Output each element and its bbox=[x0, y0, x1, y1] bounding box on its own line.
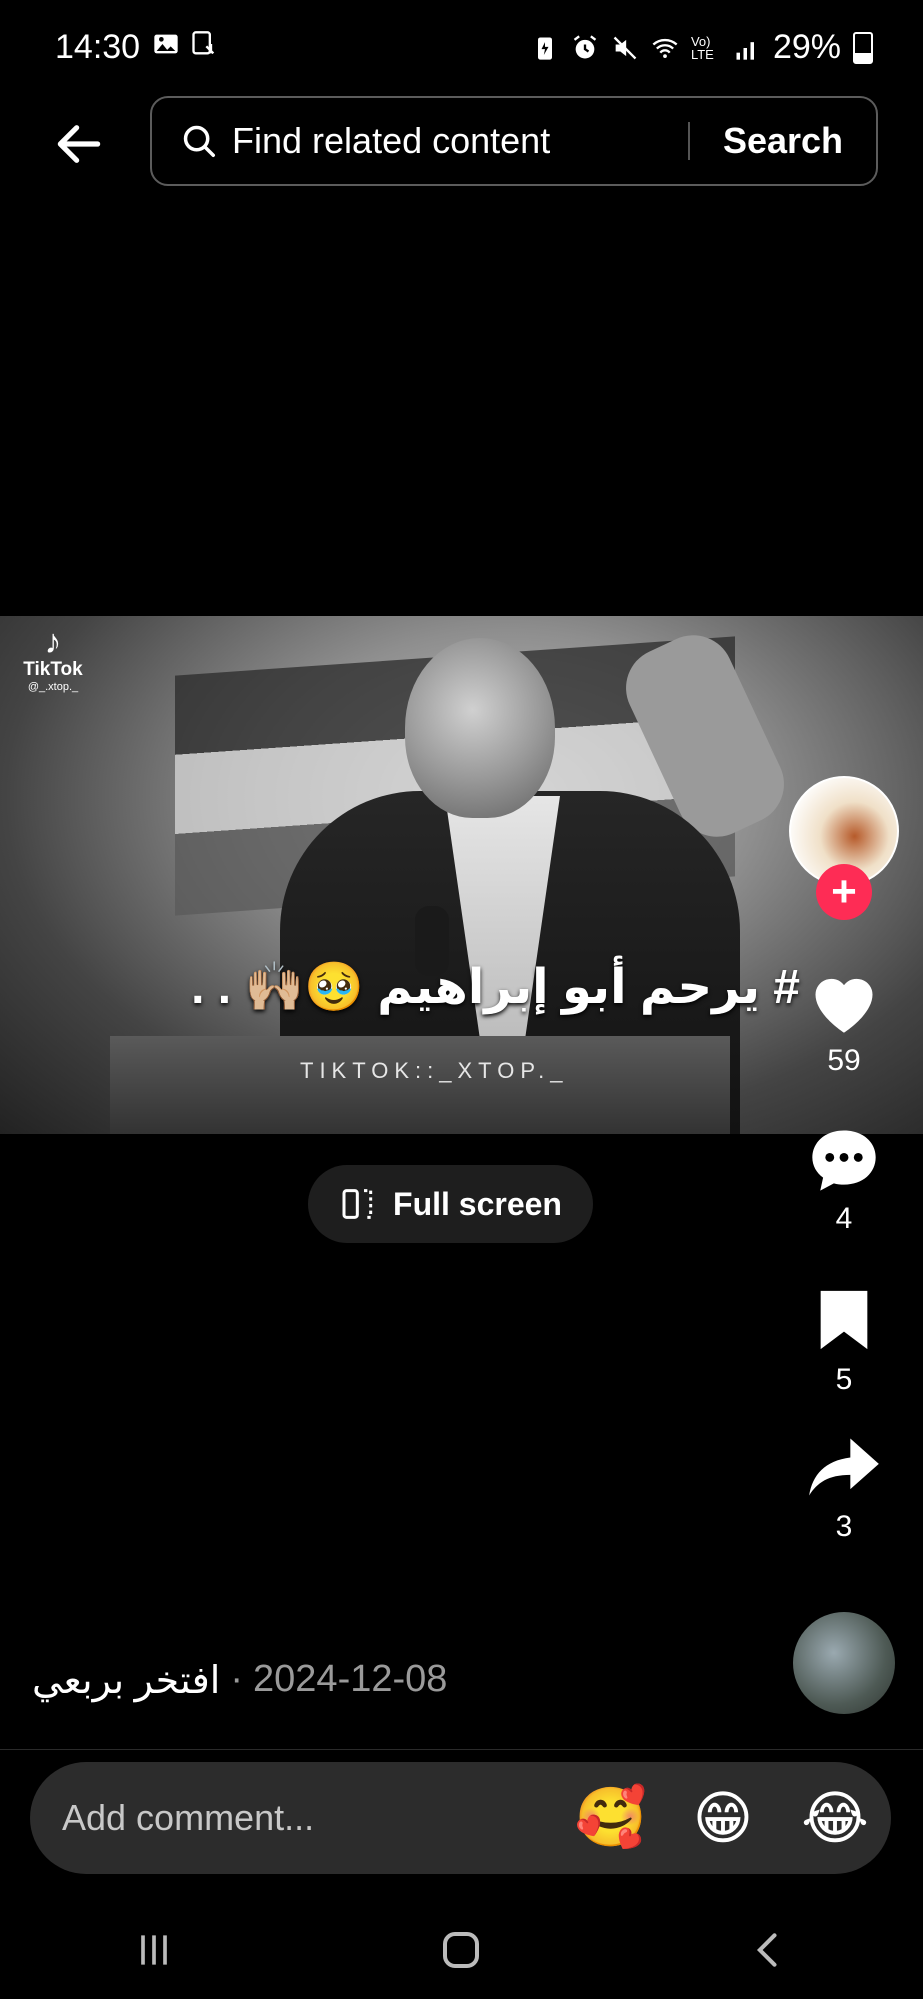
alarm-icon bbox=[573, 34, 597, 58]
chevron-left-icon bbox=[757, 1932, 777, 1967]
emoji-laugh-button[interactable]: 😂 bbox=[779, 1784, 891, 1852]
video-player[interactable] bbox=[0, 616, 923, 1134]
fullscreen-label: Full screen bbox=[393, 1185, 562, 1222]
comment-icon bbox=[812, 1130, 876, 1191]
battery-percent: 29% bbox=[772, 28, 841, 66]
save-count: 5 bbox=[835, 1363, 853, 1396]
search-bar[interactable]: Find related content Search bbox=[150, 96, 878, 186]
plus-icon: + bbox=[831, 867, 857, 916]
bookmark-icon bbox=[820, 1290, 868, 1350]
status-bar: 14:30 Vo) LTE 29% bbox=[0, 0, 923, 100]
emoji-smiling-hearts-button[interactable]: 🥰 bbox=[555, 1784, 667, 1852]
home-button[interactable] bbox=[401, 1920, 521, 1980]
divider bbox=[0, 1749, 923, 1750]
share-icon bbox=[809, 1438, 879, 1496]
post-meta: افتخر بربعي · 2024-12-08 bbox=[32, 1658, 447, 1703]
post-separator: · bbox=[230, 1658, 244, 1700]
video-overlay-text: TIKTOK::_XTOP._ bbox=[300, 1058, 569, 1083]
heart-icon bbox=[815, 978, 873, 1033]
sound-avatar[interactable] bbox=[793, 1612, 895, 1714]
screenshot-icon bbox=[192, 31, 215, 55]
tiktok-brand: TikTok bbox=[23, 659, 83, 680]
tiktok-username: @_.xtop._ bbox=[27, 681, 79, 693]
back-button[interactable] bbox=[40, 105, 118, 183]
home-icon bbox=[443, 1931, 480, 1968]
comment-count: 4 bbox=[835, 1202, 853, 1235]
follow-button[interactable]: + bbox=[816, 864, 872, 920]
comment-bar[interactable]: Add comment... 🥰 😁 😂 bbox=[30, 1762, 891, 1874]
search-input[interactable]: Find related content bbox=[232, 120, 688, 162]
save-button[interactable]: 5 bbox=[794, 1285, 894, 1397]
battery-saver-icon bbox=[537, 37, 552, 60]
recents-button[interactable] bbox=[94, 1920, 214, 1980]
battery-icon bbox=[853, 31, 873, 64]
like-button[interactable]: 59 bbox=[794, 966, 894, 1078]
post-date: 2024-12-08 bbox=[253, 1658, 448, 1700]
tiktok-logo-icon: ♪ bbox=[44, 623, 62, 661]
search-button[interactable]: Search bbox=[690, 120, 876, 162]
share-count: 3 bbox=[835, 1510, 853, 1543]
comment-input[interactable]: Add comment... bbox=[62, 1797, 555, 1839]
post-author[interactable]: افتخر بربعي bbox=[32, 1658, 220, 1703]
gallery-icon bbox=[154, 34, 178, 54]
like-count: 59 bbox=[827, 1044, 861, 1077]
fullscreen-button[interactable]: Full screen bbox=[308, 1165, 593, 1243]
podium-graphic bbox=[110, 1036, 730, 1134]
tiktok-watermark: ♪ TikTok @_.xtop._ bbox=[8, 625, 98, 693]
status-time: 14:30 bbox=[55, 28, 141, 66]
comment-button[interactable]: 4 bbox=[794, 1124, 894, 1236]
rotate-screen-icon bbox=[342, 1189, 373, 1219]
video-caption: # يرحم أبو إبراهيم 🥹🙌🏼 . . bbox=[191, 961, 800, 1014]
signal-icon bbox=[736, 41, 754, 60]
nav-back-button[interactable] bbox=[709, 1920, 829, 1980]
system-nav-bar bbox=[0, 1900, 923, 1999]
mute-icon bbox=[613, 36, 637, 59]
arrow-left-icon bbox=[57, 125, 101, 163]
recents-icon bbox=[140, 1934, 167, 1965]
network-type: Vo) LTE bbox=[690, 33, 714, 62]
speaker-head-graphic bbox=[405, 638, 555, 818]
search-icon bbox=[183, 125, 215, 157]
wifi-icon bbox=[652, 38, 678, 58]
share-button[interactable]: 3 bbox=[794, 1432, 894, 1544]
emoji-grin-button[interactable]: 😁 bbox=[667, 1784, 779, 1852]
